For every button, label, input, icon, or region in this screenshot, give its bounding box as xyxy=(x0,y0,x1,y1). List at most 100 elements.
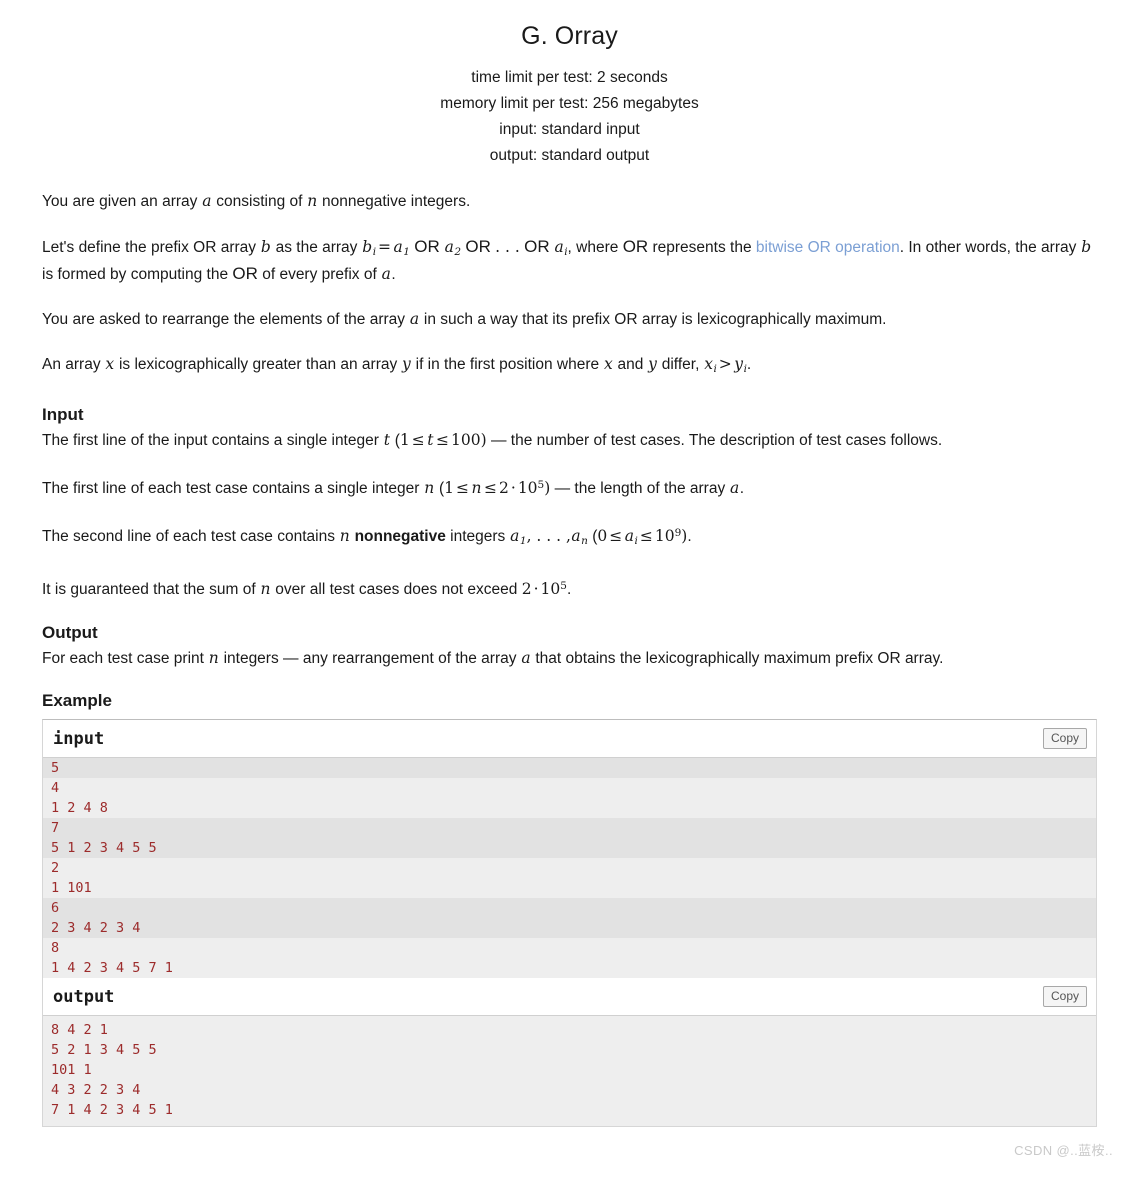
sample-input-header: input Copy xyxy=(43,719,1096,758)
input-line-4: It is guaranteed that the sum of n over … xyxy=(42,576,1097,600)
math-var-a5: a xyxy=(521,648,531,667)
math-ten: 10 xyxy=(654,526,675,545)
math-prefix-or-formula: bi = a1 OR a2 OR . . . OR ai xyxy=(362,237,567,258)
text-fragment: The first line of each test case contain… xyxy=(42,479,424,497)
statement-paragraph-4: An array x is lexicographically greater … xyxy=(42,354,1097,380)
sample-tests-section: Example input Copy 541 2 4 875 1 2 3 4 5… xyxy=(0,691,1139,1127)
text-fragment: is formed by computing the xyxy=(42,265,233,283)
math-leq-1: ≤ xyxy=(411,430,425,449)
math-hundred: 100 xyxy=(451,430,481,449)
math-sum-bound: 2 · 105 xyxy=(522,579,567,598)
bitwise-or-link[interactable]: bitwise OR operation xyxy=(756,239,900,256)
math-var-n5: n xyxy=(208,648,219,667)
output-specification: Output For each test case print n intege… xyxy=(42,622,1097,669)
sample-output-line: 5 2 1 3 4 5 5 xyxy=(43,1039,1096,1060)
math-or-1: OR xyxy=(414,237,440,256)
math-var-n3: n xyxy=(339,526,350,545)
text-fragment: . xyxy=(687,527,692,545)
math-n-range: 1 ≤ n ≤2 · 105 xyxy=(444,478,544,497)
input-line-2: The first line of each test case contain… xyxy=(42,475,1097,499)
math-greater-than: > xyxy=(718,354,732,373)
input-section-title: Input xyxy=(42,404,84,424)
text-fragment: over all test cases does not exceed xyxy=(270,580,522,598)
math-y: y xyxy=(734,354,744,373)
math-leq-1: ≤ xyxy=(609,526,623,545)
time-limit: time limit per test: 2 seconds xyxy=(471,69,668,86)
output-line-1: For each test case print n integers — an… xyxy=(42,648,1097,669)
math-ten: 10 xyxy=(540,579,561,598)
output-section-title: Output xyxy=(42,622,98,642)
text-fragment: . xyxy=(739,479,745,497)
math-a2: a xyxy=(444,238,454,256)
statement-paragraph-1: You are given an array a consisting of n… xyxy=(42,191,1097,212)
sample-input-line: 1 101 xyxy=(43,877,1096,898)
text-fragment: . In other words, the array xyxy=(899,239,1081,256)
math-var-x: x xyxy=(105,354,115,373)
math-ellipsis: , . . . , xyxy=(526,526,571,545)
problem-statement: You are given an array a consisting of n… xyxy=(0,191,1139,669)
sample-input-line: 2 xyxy=(43,857,1096,878)
text-fragment: is lexicographically greater than an arr… xyxy=(114,355,402,373)
text-fragment: You are asked to rearrange the elements … xyxy=(42,310,410,328)
text-fragment: ( xyxy=(434,479,445,497)
text-fragment: . xyxy=(391,265,396,283)
sample-input-line: 6 xyxy=(43,897,1096,918)
math-a1: a xyxy=(393,238,403,256)
text-fragment: ( xyxy=(390,431,400,449)
math-two: 2 xyxy=(499,478,509,497)
text-fragment: . xyxy=(566,580,572,598)
math-var-b: b xyxy=(260,238,271,256)
text-fragment: of every prefix of xyxy=(257,265,382,283)
or-word-2: OR xyxy=(232,263,258,283)
sample-input-line: 7 xyxy=(43,817,1096,838)
copy-input-button[interactable]: Copy xyxy=(1042,727,1087,749)
sample-input-line: 8 xyxy=(43,937,1096,958)
text-fragment: integers xyxy=(445,527,510,545)
text-fragment: An array xyxy=(42,355,105,373)
math-n: n xyxy=(471,478,482,497)
math-a1-subscript: 1 xyxy=(519,534,527,547)
math-leq-2: ≤ xyxy=(436,430,450,449)
sample-output-block: output Copy 8 4 2 15 2 1 3 4 5 5 101 14 3… xyxy=(43,977,1096,1126)
math-cdot: · xyxy=(533,579,539,598)
math-t-range: 1 ≤ t ≤100 xyxy=(399,430,481,449)
text-fragment: represents the xyxy=(648,239,756,256)
statement-paragraph-2: Let's define the prefix OR array b as th… xyxy=(42,236,1097,285)
sample-input-line: 5 xyxy=(43,757,1096,778)
math-x: x xyxy=(704,354,713,373)
sample-input-line: 1 2 4 8 xyxy=(43,797,1096,818)
sample-output-line: 101 1 xyxy=(43,1059,1096,1080)
sample-output-line: 4 3 2 2 3 4 xyxy=(43,1079,1096,1100)
input-line-3: The second line of each test case contai… xyxy=(42,523,1097,552)
math-zero: 0 xyxy=(597,526,608,545)
text-fragment: integers — any rearrangement of the arra… xyxy=(219,649,521,667)
sample-input-line: 5 1 2 3 4 5 5 xyxy=(43,837,1096,858)
text-fragment: that obtains the lexicographically maxim… xyxy=(531,649,944,667)
math-ai-range: 0 ≤ ai ≤109 xyxy=(597,526,681,547)
text-fragment: — the number of test cases. The descript… xyxy=(486,431,943,449)
text-fragment: It is guaranteed that the sum of xyxy=(42,580,260,598)
math-a2-subscript: 2 xyxy=(454,245,462,258)
text-fragment: differ, xyxy=(657,355,704,373)
sample-output-header: output Copy xyxy=(43,977,1096,1016)
input-spec: input: standard input xyxy=(499,121,640,138)
memory-limit: memory limit per test: 256 megabytes xyxy=(440,95,699,112)
math-var-x2: x xyxy=(603,354,613,373)
problem-header: G. Orray time limit per test: 2 seconds … xyxy=(0,0,1139,169)
math-var-y2: y xyxy=(648,354,657,373)
sample-output-data: 8 4 2 15 2 1 3 4 5 5 101 14 3 2 2 3 47 1 … xyxy=(43,1015,1096,1126)
text-fragment: in such a way that its prefix OR array i… xyxy=(419,310,887,328)
math-one: 1 xyxy=(399,430,410,449)
input-specification: Input The first line of the input contai… xyxy=(42,404,1097,600)
math-leq-2: ≤ xyxy=(639,526,653,545)
page-title: G. Orray xyxy=(521,22,618,50)
math-ellipsis: . . . xyxy=(495,238,520,256)
input-line-1: The first line of the input contains a s… xyxy=(42,430,1097,451)
output-spec: output: standard output xyxy=(489,147,650,164)
math-a1: a xyxy=(510,526,520,545)
math-var-n: n xyxy=(307,192,318,210)
math-ten: 10 xyxy=(517,478,538,497)
math-var-a3: a xyxy=(409,309,420,328)
copy-output-button[interactable]: Copy xyxy=(1042,985,1087,1007)
math-or-3: OR xyxy=(524,237,550,256)
